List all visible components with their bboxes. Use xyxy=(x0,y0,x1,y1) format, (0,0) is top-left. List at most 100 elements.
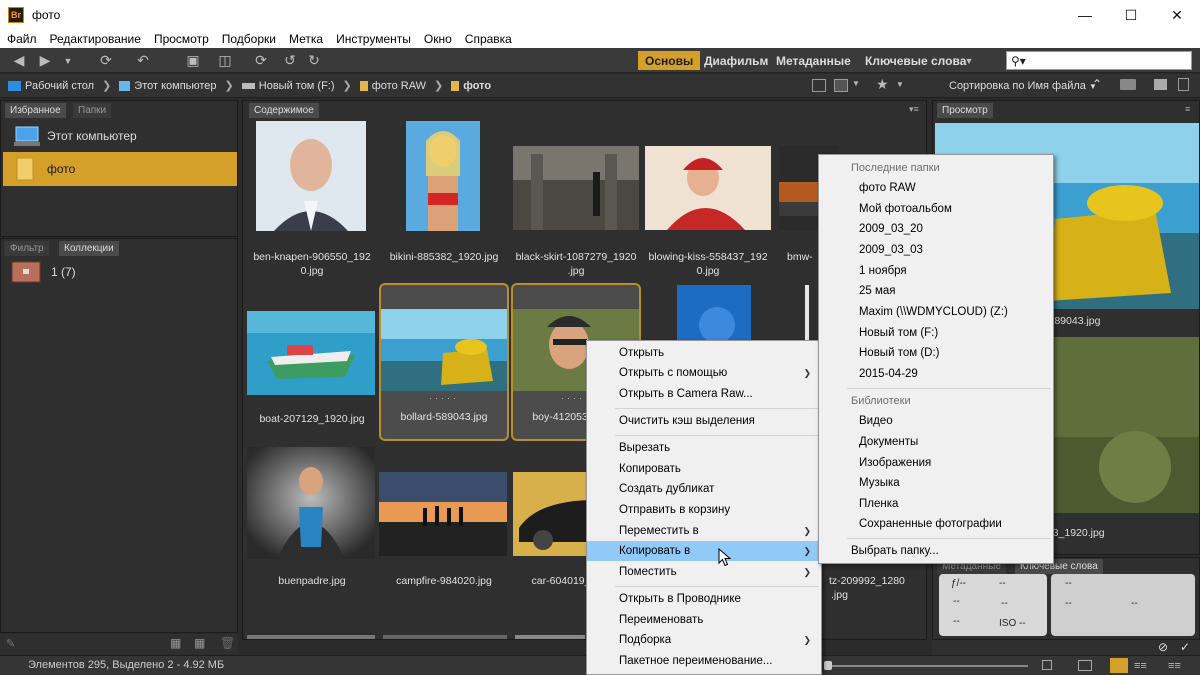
menu-item-send-to-trash[interactable]: Отправить в корзину xyxy=(587,500,821,520)
view-details-icon[interactable]: ≡≡ xyxy=(1134,660,1147,672)
submenu-item-recent[interactable]: Новый том (D:) xyxy=(819,343,1053,363)
menu-item-rename[interactable]: Переименовать xyxy=(587,610,821,630)
menu-item-copy-to[interactable]: Копировать в ❯ xyxy=(587,541,821,561)
boomerang-icon[interactable]: ↶ xyxy=(134,52,152,69)
minimize-button[interactable]: — xyxy=(1062,0,1108,30)
menu-item-open-with[interactable]: Открыть с помощью ❯ xyxy=(587,363,821,383)
submenu-item-recent[interactable]: Maxim (\\WDMYCLOUD) (Z:) xyxy=(819,302,1053,322)
menu-item-purge-cache[interactable]: Очистить кэш выделения xyxy=(587,411,821,431)
tab-collections[interactable]: Коллекции xyxy=(59,241,119,256)
sort-dropdown[interactable]: Сортировка по Имя файла ▼ xyxy=(949,80,1097,92)
submenu-item-recent[interactable]: 2015-04-29 xyxy=(819,364,1053,384)
breadcrumb-photo[interactable]: фото xyxy=(451,80,491,92)
menu-item-open-camera-raw[interactable]: Открыть в Camera Raw... xyxy=(587,384,821,404)
search-input[interactable]: ⚲▾ xyxy=(1006,51,1192,70)
workspace-tab-filmstrip[interactable]: Диафильм xyxy=(697,51,775,70)
menu-help[interactable]: Справка xyxy=(458,32,518,46)
forward-arrow-icon[interactable]: ▶ xyxy=(36,52,54,69)
menu-view[interactable]: Просмотр xyxy=(147,32,215,46)
menu-tools[interactable]: Инструменты xyxy=(329,32,417,46)
submenu-item-recent[interactable]: фото RAW xyxy=(819,178,1053,198)
thumbnail-item[interactable]: boat-207129_1920.jpg xyxy=(247,285,377,443)
tab-content[interactable]: Содержимое xyxy=(249,103,319,118)
favorite-item-computer[interactable]: Этот компьютер xyxy=(3,119,237,153)
thumbnail-item-selected[interactable]: ····· bollard-589043.jpg xyxy=(379,283,509,441)
collection-item[interactable]: 1 (7) xyxy=(11,260,76,284)
chevron-down-icon[interactable]: ▼ xyxy=(852,79,860,88)
camera-icon[interactable]: ▣ xyxy=(182,52,204,69)
workspace-tab-keywords[interactable]: Ключевые слова xyxy=(858,51,973,70)
view-large-icon[interactable] xyxy=(1042,660,1052,670)
star-filter-icon[interactable]: ★ xyxy=(876,76,889,93)
thumbnail-item[interactable]: buenpadre.jpg xyxy=(247,447,377,605)
submenu-item-library[interactable]: Сохраненные фотографии xyxy=(819,514,1053,534)
menu-item-cut[interactable]: Вырезать xyxy=(587,438,821,458)
tab-filter[interactable]: Фильтр xyxy=(5,241,49,256)
close-button[interactable]: ✕ xyxy=(1154,0,1200,30)
thumbnail-size-slider[interactable] xyxy=(828,665,1028,667)
panel-menu-icon[interactable]: ≡ xyxy=(1185,104,1190,114)
menu-window[interactable]: Окно xyxy=(417,32,458,46)
refine-icon[interactable]: ◫ xyxy=(212,52,238,69)
workspace-tab-essentials[interactable]: Основы xyxy=(638,51,701,70)
breadcrumb-drive[interactable]: Новый том (F:) ❯ xyxy=(241,79,352,92)
new-folder-icon[interactable] xyxy=(1154,79,1167,90)
submenu-item-library[interactable]: Изображения xyxy=(819,453,1053,473)
panel-menu-icon[interactable]: ✎ xyxy=(6,637,15,650)
rotate-left-icon[interactable]: ↺ xyxy=(282,52,298,69)
thumbnail-quality-icon[interactable] xyxy=(834,79,848,92)
rating-dots[interactable]: ····· xyxy=(381,393,507,403)
grid-lock-icon[interactable] xyxy=(1078,660,1092,671)
chevron-down-icon[interactable]: ▼ xyxy=(896,80,904,89)
submenu-item-choose-folder[interactable]: Выбрать папку... xyxy=(819,541,1053,561)
back-arrow-icon[interactable]: ◀ xyxy=(10,52,28,69)
menu-stacks[interactable]: Подборки xyxy=(215,32,282,46)
breadcrumb-computer[interactable]: Этот компьютер ❯ xyxy=(119,79,234,92)
recent-folder-icon[interactable]: ⟳ xyxy=(92,52,120,69)
submenu-item-recent[interactable]: 25 мая xyxy=(819,281,1053,301)
panel-menu-icon[interactable]: ▾≡ xyxy=(909,104,919,115)
menu-item-stack[interactable]: Подборка ❯ xyxy=(587,630,821,650)
view-list-icon[interactable]: ≡≡ xyxy=(1168,660,1181,672)
menu-item-batch-rename[interactable]: Пакетное переименование... xyxy=(587,651,821,671)
menu-file[interactable]: Файл xyxy=(0,32,43,46)
menu-item-copy[interactable]: Копировать xyxy=(587,459,821,479)
submenu-item-recent[interactable]: Мой фотоальбом xyxy=(819,199,1053,219)
slider-handle[interactable] xyxy=(824,661,832,670)
delete-collection-icon[interactable]: 🗑 xyxy=(220,636,235,650)
thumbnail-item[interactable]: campfire-984020.jpg xyxy=(379,447,509,605)
menu-item-move-to[interactable]: Переместить в ❯ xyxy=(587,521,821,541)
submenu-item-recent[interactable]: 1 ноября xyxy=(819,261,1053,281)
workspace-dropdown-icon[interactable]: ▼ xyxy=(962,52,976,69)
maximize-button[interactable]: ☐ xyxy=(1108,0,1154,30)
menu-edit[interactable]: Редактирование xyxy=(43,32,147,46)
submenu-item-recent[interactable]: 2009_03_20 xyxy=(819,219,1053,239)
favorite-item-photo[interactable]: фото xyxy=(3,152,237,186)
tab-favorites[interactable]: Избранное xyxy=(5,103,66,118)
breadcrumb-desktop[interactable]: Рабочий стол ❯ xyxy=(8,79,111,92)
new-smart-collection-icon[interactable]: ▦ xyxy=(170,636,181,650)
submenu-item-library[interactable]: Видео xyxy=(819,411,1053,431)
menu-item-place[interactable]: Поместить ❯ xyxy=(587,562,821,582)
sort-ascending-icon[interactable]: ⌃ xyxy=(1092,77,1102,91)
menu-item-reveal-in-explorer[interactable]: Открыть в Проводнике xyxy=(587,589,821,609)
breadcrumb-photo-raw[interactable]: фото RAW ❯ xyxy=(359,79,443,92)
rotate-right-icon[interactable]: ↻ xyxy=(306,52,322,69)
rotate-icon[interactable]: ⟳ xyxy=(252,52,270,69)
checkmark-icon[interactable]: ✓ xyxy=(1180,640,1190,654)
submenu-item-recent[interactable]: Новый том (F:) xyxy=(819,323,1053,343)
thumbnail-item[interactable]: blowing-kiss-558437_192 0.jpg xyxy=(643,117,773,277)
menu-item-duplicate[interactable]: Создать дубликат xyxy=(587,479,821,499)
grid-view-icon[interactable] xyxy=(812,79,826,92)
tab-preview[interactable]: Просмотр xyxy=(937,103,993,118)
cancel-icon[interactable]: ⊘ xyxy=(1158,640,1168,654)
submenu-item-library[interactable]: Документы xyxy=(819,432,1053,452)
trash-icon[interactable] xyxy=(1178,78,1189,91)
view-thumbnails-icon[interactable] xyxy=(1110,658,1128,673)
new-collection-icon[interactable]: ▦ xyxy=(194,636,205,650)
menu-label[interactable]: Метка xyxy=(282,32,329,46)
thumbnail-item[interactable]: ben-knapen-906550_192 0.jpg xyxy=(247,117,377,277)
submenu-item-recent[interactable]: 2009_03_03 xyxy=(819,240,1053,260)
open-recent-folder-icon[interactable] xyxy=(1120,79,1136,90)
thumbnail-item[interactable]: bikini-885382_1920.jpg xyxy=(379,117,509,275)
